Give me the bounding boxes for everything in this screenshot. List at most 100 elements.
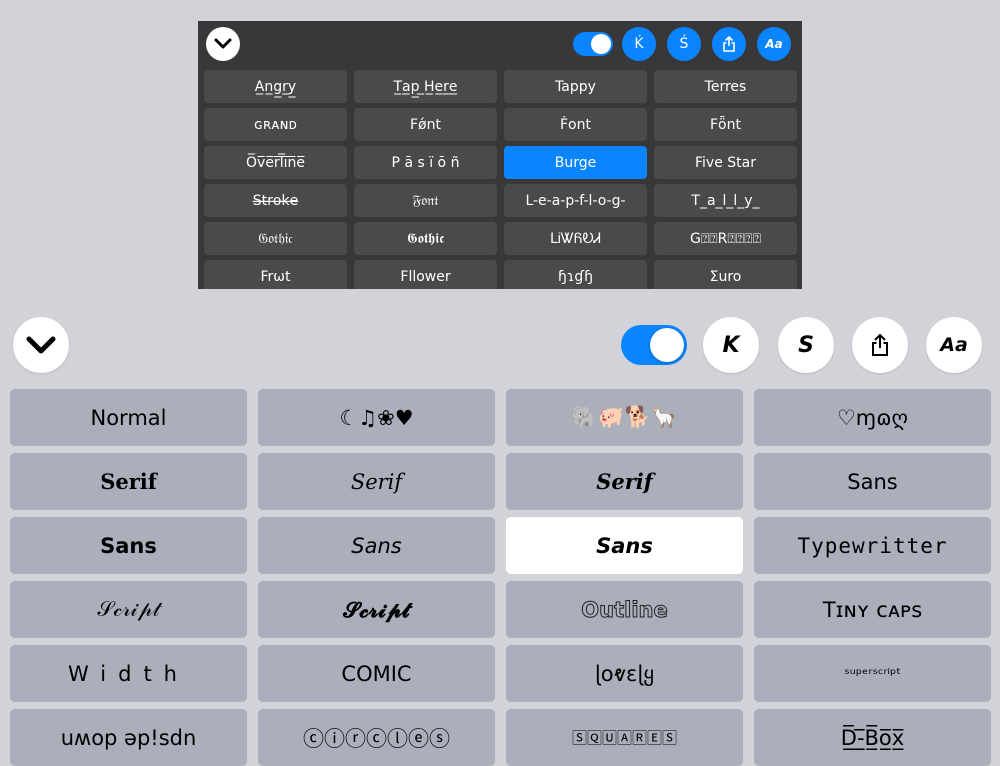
font-style-key-label: Typewritter <box>797 533 948 558</box>
preview-toggle-switch[interactable] <box>573 32 613 56</box>
font-style-key-label: Sans <box>596 533 653 558</box>
preview-key[interactable]: 𝔊𝔬𝔱𝔥𝔦𝔠 <box>204 222 347 255</box>
font-style-key-label: Serif <box>350 469 403 494</box>
preview-key[interactable]: Terres <box>654 70 797 103</box>
font-style-key-label: Serif <box>596 469 653 494</box>
font-style-key[interactable]: Sans <box>10 517 247 574</box>
collapse-button[interactable] <box>13 317 69 373</box>
font-style-key-label: Sans <box>351 533 402 558</box>
font-style-key-label: ♡ɱɷღ <box>836 405 909 430</box>
font-style-key[interactable]: 🐘🐖🐕🦙 <box>506 389 743 446</box>
font-style-key[interactable]: Width <box>10 645 247 702</box>
preview-key[interactable]: Five Star <box>654 146 797 179</box>
font-style-key-label: 𝒮𝒸𝓇𝒾𝓅𝓉 <box>97 597 160 621</box>
preview-key[interactable]: LᎥᏔᏲᎧᏗ <box>504 222 647 255</box>
font-style-key[interactable]: uʍop ǝp!sdn <box>10 709 247 766</box>
chevron-down-icon <box>26 336 56 354</box>
font-style-key[interactable]: Sans <box>754 453 991 510</box>
font-style-key[interactable]: ☾♫❀♥ <box>258 389 495 446</box>
preview-key[interactable]: Tappy <box>504 70 647 103</box>
font-style-key-label: ˢᵘᵖᵉʳˢᶜʳⁱᵖᵗ <box>844 664 901 683</box>
preview-key-grid: A̲n̲g̲r̲y̲ T̲a̲p̲ ̲H̲e̲r̲e̲ Tappy Terres ɢʀᴀ… <box>204 70 797 289</box>
s-letter-icon: Ś <box>679 36 689 52</box>
share-button[interactable] <box>852 317 908 373</box>
preview-k-button[interactable]: Ḱ <box>622 27 656 61</box>
share-icon <box>872 333 888 356</box>
font-style-key[interactable]: 𝓢𝓬𝓻𝓲𝓹𝓽 <box>258 581 495 638</box>
font-style-key-label: 🐘🐖🐕🦙 <box>572 405 677 429</box>
s-button[interactable]: S <box>778 317 834 373</box>
font-style-grid: Normal ☾♫❀♥ 🐘🐖🐕🦙 ♡ɱɷღ Serif Serif Serif Sans San… <box>10 389 991 766</box>
font-style-button[interactable]: Aa <box>926 317 982 373</box>
preview-key[interactable]: ɢʀᴀɴᴅ <box>204 108 347 141</box>
font-style-key-label: Tɪɴʏ ᴄᴀᴘꜱ <box>822 597 923 622</box>
font-toggle-switch[interactable] <box>621 325 687 365</box>
font-style-key[interactable]: Serif <box>258 453 495 510</box>
preview-font-style-button[interactable]: Aa <box>757 27 791 61</box>
preview-key[interactable]: T_a_l_l_y_ <box>654 184 797 217</box>
preview-key[interactable]: Fǿnt <box>354 108 497 141</box>
preview-key[interactable]: L-e-a-p-f-l-o-g- <box>504 184 647 217</box>
preview-key[interactable]: 𝕲𝖔𝖙𝖍𝖎𝖈 <box>354 222 497 255</box>
font-style-key[interactable]: 𝒮𝒸𝓇𝒾𝓅𝓉 <box>10 581 247 638</box>
font-style-key[interactable]: 🅂🅀🅄🄰🅁🄴🅂 <box>506 709 743 766</box>
font-style-key[interactable]: Typewritter <box>754 517 991 574</box>
font-style-key[interactable]: ˢᵘᵖᵉʳˢᶜʳⁱᵖᵗ <box>754 645 991 702</box>
font-style-key[interactable]: ♡ɱɷღ <box>754 389 991 446</box>
preview-s-button[interactable]: Ś <box>667 27 701 61</box>
preview-key[interactable]: A̲n̲g̲r̲y̲ <box>204 70 347 103</box>
font-style-key[interactable]: Normal <box>10 389 247 446</box>
preview-key[interactable]: Ḟont <box>504 108 647 141</box>
preview-key[interactable]: Σuro <box>654 260 797 289</box>
font-style-key-label: Outline <box>581 597 668 622</box>
font-style-key[interactable]: COMIC <box>258 645 495 702</box>
font-style-key-label: Normal <box>90 405 167 430</box>
k-letter-icon: K <box>722 332 740 358</box>
preview-key[interactable]: Fllower <box>354 260 497 289</box>
preview-key[interactable]: T̲a̲p̲ ̲H̲e̲r̲e̲ <box>354 70 497 103</box>
font-style-key[interactable]: Sans <box>258 517 495 574</box>
preview-key[interactable]: O̅v̅e̅r̅l̅i̅n̅e̅ <box>204 146 347 179</box>
preview-toolbar: Ḱ Ś Aa <box>198 21 802 67</box>
toggle-knob <box>650 328 684 362</box>
font-style-key-label: 𝓢𝓬𝓻𝓲𝓹𝓽 <box>343 596 410 622</box>
font-style-key-label: Sans <box>100 533 157 558</box>
preview-key[interactable]: ɧɿɠɧ <box>504 260 647 289</box>
font-style-key[interactable]: D̲̅-̲̅B̲̅o̲̅x̲̅ <box>754 709 991 766</box>
font-style-key-label: Width <box>67 661 189 686</box>
font-style-icon: Aa <box>940 334 968 356</box>
preview-share-button[interactable] <box>712 27 746 61</box>
preview-key[interactable]: S̶t̶r̶o̶k̶e̶ <box>204 184 347 217</box>
font-style-key-label: ☾♫❀♥ <box>339 405 414 430</box>
font-style-key-label: COMIC <box>341 661 412 686</box>
font-style-key-label: uʍop ǝp!sdn <box>60 725 197 750</box>
preview-key[interactable]: P ā s ï ō ñ <box>354 146 497 179</box>
font-style-key[interactable]: ɭoⱴɛɭყ <box>506 645 743 702</box>
font-style-key[interactable]: Sans <box>506 517 743 574</box>
chevron-down-icon <box>214 38 232 49</box>
font-style-key[interactable]: Outline <box>506 581 743 638</box>
keyboard-toolbar: K S Aa <box>0 310 1000 382</box>
preview-key[interactable]: Fȫnt <box>654 108 797 141</box>
font-style-key[interactable]: ⓒⓘⓡⓒⓛⓔⓢ <box>258 709 495 766</box>
preview-collapse-button[interactable] <box>206 27 240 61</box>
s-letter-icon: S <box>798 332 814 358</box>
font-style-key[interactable]: Serif <box>506 453 743 510</box>
font-style-key[interactable]: Tɪɴʏ ᴄᴀᴘꜱ <box>754 581 991 638</box>
font-style-key-label: ⓒⓘⓡⓒⓛⓔⓢ <box>303 726 450 751</box>
font-style-key-label: ɭoⱴɛɭყ <box>594 661 655 686</box>
preview-key[interactable]: Frωt <box>204 260 347 289</box>
font-style-icon: Aa <box>765 37 783 51</box>
keyboard-preview: Ḱ Ś Aa A̲n̲g̲r̲y̲ T̲a̲p̲ ̲H̲e̲r̲e̲ Tappy Te… <box>198 21 802 289</box>
preview-key[interactable]: Burge <box>504 146 647 179</box>
share-icon <box>723 36 735 52</box>
font-style-key-label: D̲̅-̲̅B̲̅o̲̅x̲̅ <box>840 725 905 750</box>
preview-key[interactable]: G⍰⍰R⍰⍰⍰⍰ <box>654 222 797 255</box>
toggle-knob <box>591 34 611 54</box>
font-style-key[interactable]: Serif <box>10 453 247 510</box>
font-style-key-label: 🅂🅀🅄🄰🅁🄴🅂 <box>571 729 677 747</box>
k-button[interactable]: K <box>703 317 759 373</box>
font-style-key-label: Serif <box>100 469 157 494</box>
k-letter-icon: Ḱ <box>634 36 644 52</box>
preview-key[interactable]: 𝔉𝔬𝔫𝔱 <box>354 184 497 217</box>
